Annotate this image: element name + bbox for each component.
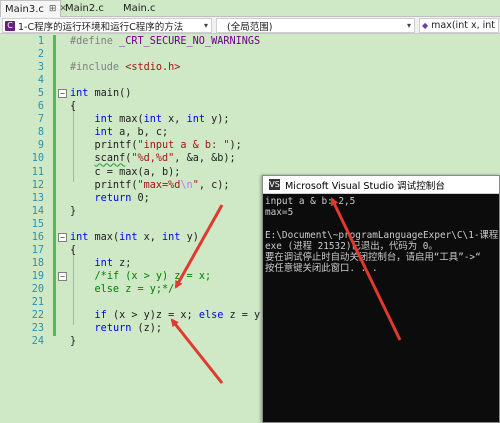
collapse-icon[interactable]: − — [58, 271, 67, 281]
line-number: 5 — [37, 88, 44, 100]
chevron-down-icon: ▾ — [406, 21, 411, 30]
code-text: else z = y;*/ — [70, 283, 175, 295]
tab-main-c[interactable]: Main.c — [119, 0, 175, 17]
code-text: scanf("%d,%d", &a, &b); — [94, 153, 236, 165]
debug-console-window[interactable]: VS Microsoft Visual Studio 调试控制台 input a… — [262, 175, 500, 423]
code-text: #include <stdio.h> — [70, 62, 181, 74]
code-line[interactable]: 3 #include <stdio.h> — [0, 61, 500, 74]
code-line[interactable]: 1 #define _CRT_SECURE_NO_WARNINGS — [0, 35, 500, 48]
console-line: max=5 — [265, 207, 294, 219]
scope-dropdown[interactable]: (全局范围) ▾ — [216, 18, 415, 33]
line-number: 22 — [31, 310, 44, 322]
code-line[interactable]: 6{ — [0, 100, 500, 113]
c-project-icon: C — [5, 20, 15, 31]
collapse-icon[interactable]: − — [58, 232, 67, 242]
console-titlebar[interactable]: VS Microsoft Visual Studio 调试控制台 — [263, 176, 499, 194]
function-icon: ◆ — [422, 20, 429, 30]
tab-label: Main2.c — [65, 3, 104, 14]
code-text: int a, b, c; — [94, 127, 169, 139]
line-number: 4 — [37, 75, 44, 87]
console-line: 按任意键关闭此窗口. . . — [265, 263, 378, 275]
console-title: Microsoft Visual Studio 调试控制台 — [285, 180, 445, 192]
code-line[interactable]: 8 int a, b, c; — [0, 126, 500, 139]
member-dropdown[interactable]: ◆ max(int x, int y) — [419, 18, 499, 33]
code-line[interactable]: 5 − int main() — [0, 87, 500, 100]
line-number: 19 — [31, 270, 44, 282]
tab-main3-c[interactable]: Main3.c ⊞ ✕ — [0, 0, 67, 17]
project-dropdown-value: 1-C程序的运行环境和运行C程序的方法 — [18, 21, 184, 33]
tab-label: Main.c — [123, 3, 156, 14]
line-number: 20 — [31, 283, 44, 295]
line-number: 2 — [37, 49, 44, 61]
line-number: 6 — [37, 101, 44, 113]
code-text: } — [70, 205, 77, 217]
line-number: 18 — [31, 257, 44, 269]
code-text: int max(int x, int y); — [94, 114, 230, 126]
console-output: input a & b: 2,5 max=5 E:\Document\~progra… — [265, 196, 499, 422]
chevron-down-icon: ▾ — [203, 21, 208, 30]
code-text: if (x > y)z = x; else z = y; — [94, 310, 267, 322]
code-text: printf("input a & b: "); — [70, 140, 242, 152]
code-text: { — [70, 244, 77, 256]
console-line: input a & b: 2,5 — [265, 196, 356, 207]
collapse-icon[interactable]: − — [58, 89, 67, 99]
document-tab-strip: Main3.c ⊞ ✕ Main2.c Main.c — [0, 0, 500, 17]
line-number: 23 — [31, 323, 44, 335]
line-number: 7 — [37, 114, 44, 126]
navigation-bar: C 1-C程序的运行环境和运行C程序的方法 ▾ (全局范围) ▾ ◆ max(i… — [0, 17, 500, 34]
code-text: return 0; — [94, 192, 150, 204]
code-text: c = max(a, b); — [70, 166, 181, 178]
code-line[interactable]: 7 int max(int x, int y); — [0, 113, 500, 126]
code-text: int max(int x, int y) — [70, 231, 199, 243]
line-number: 14 — [31, 205, 44, 217]
console-line: E:\Document\~programLanguageExper\C\1-课程… — [265, 229, 499, 241]
code-line[interactable]: 2 — [0, 48, 500, 61]
line-number: 10 — [31, 153, 44, 165]
console-line: exe (进程 21532)已退出，代码为 0。 — [265, 240, 438, 252]
line-number: 3 — [37, 62, 44, 74]
code-text: int z; — [94, 257, 132, 269]
line-number: 1 — [37, 36, 44, 47]
code-text: #define _CRT_SECURE_NO_WARNINGS — [70, 36, 261, 47]
code-line[interactable]: 4 — [0, 74, 500, 87]
tab-label: Main3.c — [5, 3, 44, 15]
line-number: 16 — [31, 231, 44, 243]
scope-dropdown-value: (全局范围) — [227, 21, 273, 33]
code-text: return (z); — [94, 323, 163, 335]
code-text: /*if (x > y) z = x; — [94, 270, 212, 282]
line-number: 24 — [31, 336, 44, 348]
visual-studio-icon: VS — [269, 179, 280, 190]
line-number: 12 — [31, 179, 44, 191]
line-number: 13 — [31, 192, 44, 204]
console-line: 要在调试停止时自动关闭控制台，请启用“工具”->“ — [265, 251, 481, 263]
code-line[interactable]: 10 scanf("%d,%d", &a, &b); — [0, 152, 500, 165]
line-number: 8 — [37, 127, 44, 139]
line-number: 17 — [31, 244, 44, 256]
code-text: int main() — [70, 88, 132, 100]
code-text: printf("max=%d\n", c); — [70, 179, 230, 191]
line-number: 9 — [37, 140, 44, 152]
member-dropdown-value: max(int x, int y) — [431, 20, 498, 31]
project-dropdown[interactable]: C 1-C程序的运行环境和运行C程序的方法 ▾ — [2, 18, 212, 33]
code-text: } — [70, 336, 77, 348]
code-text: { — [70, 101, 77, 113]
code-line[interactable]: 9 printf("input a & b: "); — [0, 139, 500, 152]
line-number: 21 — [31, 297, 44, 308]
tab-main2-c[interactable]: Main2.c — [61, 0, 119, 17]
line-number: 15 — [31, 218, 44, 230]
line-number: 11 — [31, 166, 44, 178]
